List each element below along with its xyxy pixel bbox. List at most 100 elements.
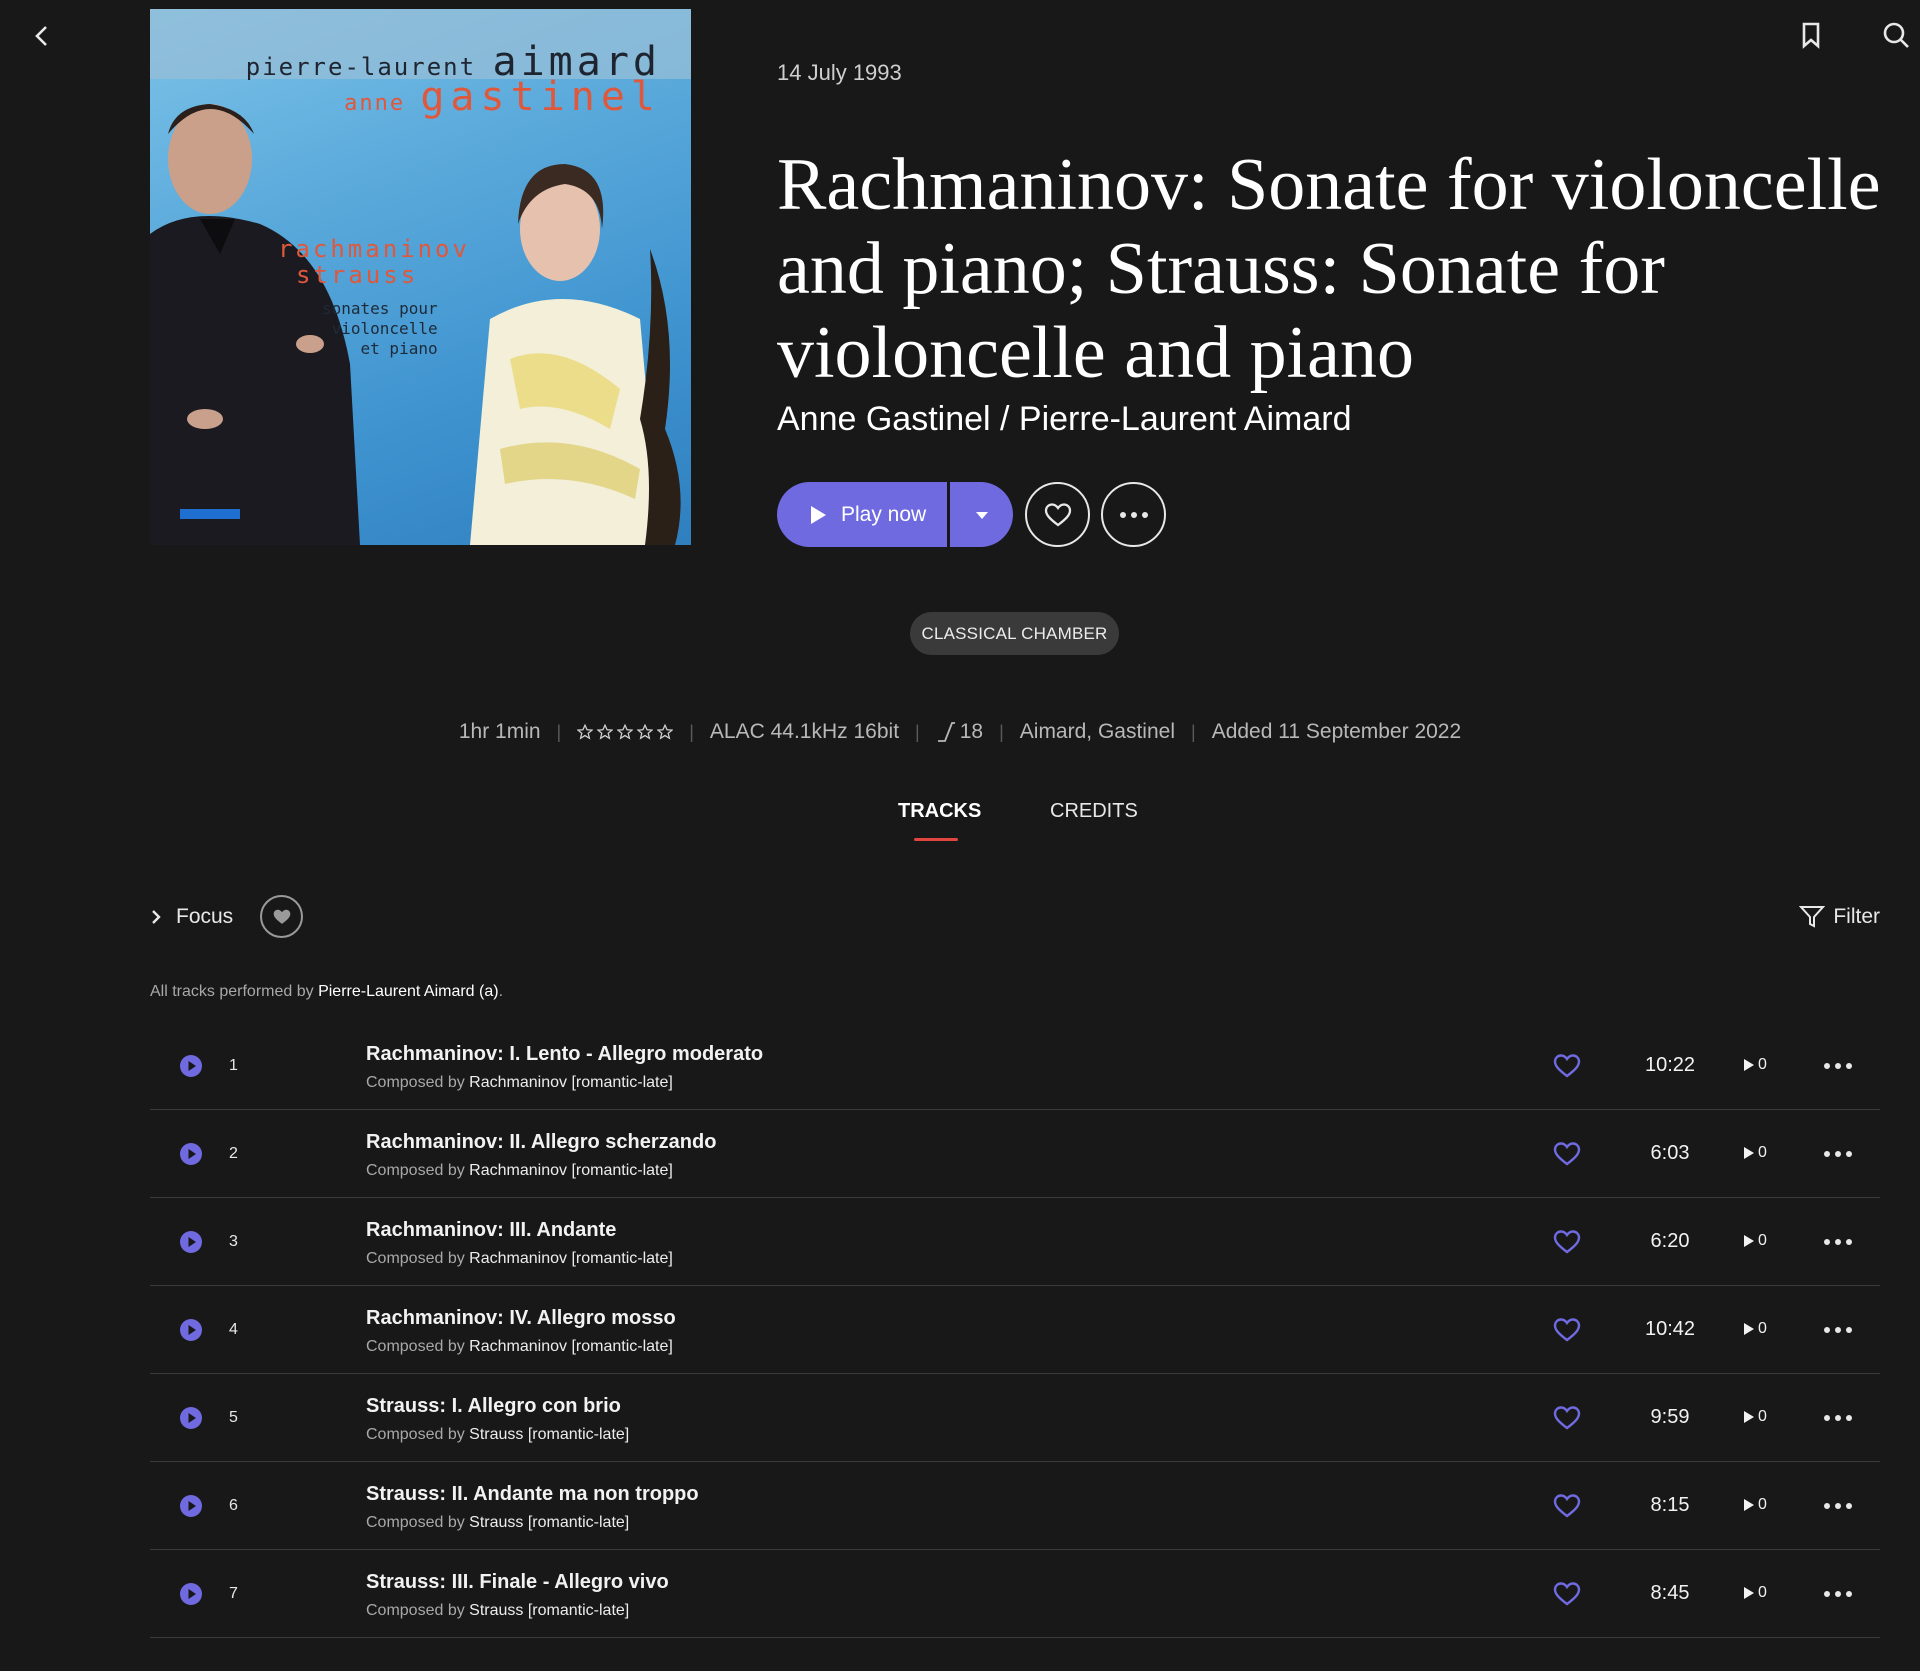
- play-count-value: 0: [1758, 1232, 1767, 1249]
- track-row[interactable]: 4 Rachmaninov: IV. Allegro mosso Compose…: [150, 1286, 1880, 1374]
- search-button[interactable]: [1876, 15, 1916, 55]
- album-more-button[interactable]: [1101, 482, 1166, 547]
- performer-link[interactable]: Pierre-Laurent Aimard (a): [318, 983, 499, 1000]
- track-row[interactable]: 3 Rachmaninov: III. Andante Composed by …: [150, 1198, 1880, 1286]
- track-title[interactable]: Strauss: III. Finale - Allegro vivo: [366, 1571, 669, 1594]
- track-play-icon[interactable]: [179, 1054, 203, 1078]
- meta-divider: |: [915, 721, 920, 742]
- composer-link[interactable]: Rachmaninov [romantic-late]: [469, 1074, 673, 1091]
- composer-link[interactable]: Rachmaninov [romantic-late]: [469, 1162, 673, 1179]
- track-heart-icon[interactable]: [1553, 1404, 1581, 1432]
- track-heart-icon[interactable]: [1553, 1492, 1581, 1520]
- bookmark-icon: [1802, 22, 1820, 49]
- play-count-value: 0: [1758, 1144, 1767, 1161]
- tab-tracks[interactable]: TRACKS: [898, 800, 981, 823]
- track-title[interactable]: Strauss: II. Andante ma non troppo: [366, 1483, 699, 1506]
- back-button[interactable]: [22, 16, 62, 56]
- filter-label: Filter: [1833, 905, 1880, 928]
- focus-toggle[interactable]: Focus: [150, 905, 233, 929]
- track-title[interactable]: Rachmaninov: IV. Allegro mosso: [366, 1307, 676, 1330]
- track-more-button[interactable]: [1818, 1140, 1858, 1168]
- play-now-button[interactable]: Play now: [777, 482, 947, 547]
- composer-link[interactable]: Strauss [romantic-late]: [469, 1602, 629, 1619]
- composer-link[interactable]: Strauss [romantic-late]: [469, 1514, 629, 1531]
- album-cover[interactable]: pierre-laurent aimard anne gastinel rach…: [150, 9, 691, 545]
- favorite-album-button[interactable]: [1025, 482, 1090, 547]
- play-options-dropdown[interactable]: [950, 482, 1013, 547]
- track-composer: Composed by Strauss [romantic-late]: [366, 1514, 629, 1532]
- track-number: 3: [229, 1233, 238, 1250]
- tab-credits[interactable]: CREDITS: [1050, 800, 1138, 823]
- star-icon[interactable]: [657, 724, 674, 740]
- cover-composer-2: strauss: [296, 261, 419, 289]
- track-heart-icon[interactable]: [1553, 1228, 1581, 1256]
- track-title[interactable]: Rachmaninov: II. Allegro scherzando: [366, 1131, 716, 1154]
- active-tab-indicator: [914, 838, 958, 841]
- filter-button[interactable]: Filter: [1799, 905, 1880, 929]
- track-heart-icon[interactable]: [1553, 1052, 1581, 1080]
- track-duration: 10:22: [1644, 1054, 1696, 1076]
- track-more-button[interactable]: [1818, 1228, 1858, 1256]
- track-play-icon[interactable]: [179, 1494, 203, 1518]
- favorites-filter-button[interactable]: [260, 895, 303, 938]
- chevron-left-icon: [35, 26, 47, 46]
- heart-filled-icon: [273, 909, 290, 924]
- genre-tag[interactable]: CLASSICAL CHAMBER: [910, 612, 1119, 655]
- track-heart-icon[interactable]: [1553, 1140, 1581, 1168]
- album-duration: 1hr 1min: [458, 720, 541, 743]
- star-icon[interactable]: [577, 724, 594, 740]
- meta-divider: |: [689, 721, 694, 742]
- more-dots-icon: [1824, 1239, 1852, 1245]
- track-more-button[interactable]: [1818, 1580, 1858, 1608]
- track-duration: 8:15: [1650, 1494, 1690, 1516]
- star-icon[interactable]: [637, 724, 654, 740]
- chevron-right-icon: [152, 910, 161, 924]
- track-play-icon[interactable]: [179, 1142, 203, 1166]
- performed-prefix: All tracks performed by: [150, 983, 314, 1000]
- cover-artist-2: anne gastinel: [344, 74, 661, 120]
- track-heart-icon[interactable]: [1553, 1580, 1581, 1608]
- composer-link[interactable]: Rachmaninov [romantic-late]: [469, 1338, 673, 1355]
- more-dots-icon: [1824, 1063, 1852, 1069]
- more-dots-icon: [1824, 1591, 1852, 1597]
- track-more-button[interactable]: [1818, 1316, 1858, 1344]
- cover-figure-cellist: [470, 164, 681, 545]
- track-row[interactable]: 6 Strauss: II. Andante ma non troppo Com…: [150, 1462, 1880, 1550]
- star-icon[interactable]: [617, 724, 634, 740]
- meta-divider: |: [999, 721, 1004, 742]
- track-play-icon[interactable]: [179, 1230, 203, 1254]
- track-title[interactable]: Strauss: I. Allegro con brio: [366, 1395, 621, 1418]
- bookmark-button[interactable]: [1791, 15, 1831, 55]
- track-play-icon[interactable]: [179, 1318, 203, 1342]
- track-number: 6: [229, 1497, 238, 1514]
- track-more-button[interactable]: [1818, 1492, 1858, 1520]
- focus-label: Focus: [176, 905, 234, 928]
- track-title[interactable]: Rachmaninov: III. Andante: [366, 1219, 616, 1242]
- composer-link[interactable]: Rachmaninov [romantic-late]: [469, 1250, 673, 1267]
- performers[interactable]: Aimard, Gastinel: [1020, 720, 1175, 744]
- rating-stars[interactable]: [577, 724, 674, 740]
- more-dots-icon: [1824, 1327, 1852, 1333]
- track-row[interactable]: 1 Rachmaninov: I. Lento - Allegro modera…: [150, 1022, 1880, 1110]
- track-row[interactable]: 2 Rachmaninov: II. Allegro scherzando Co…: [150, 1110, 1880, 1198]
- track-row[interactable]: 7 Strauss: III. Finale - Allegro vivo Co…: [150, 1550, 1880, 1638]
- star-icon[interactable]: [597, 724, 614, 740]
- track-play-icon[interactable]: [179, 1406, 203, 1430]
- track-heart-icon[interactable]: [1553, 1316, 1581, 1344]
- track-number: 1: [229, 1057, 238, 1074]
- dynamic-range-icon: [937, 722, 955, 742]
- release-date: 14 July 1993: [777, 60, 902, 85]
- album-artists[interactable]: Anne Gastinel / Pierre-Laurent Aimard: [777, 400, 1352, 439]
- track-more-button[interactable]: [1818, 1404, 1858, 1432]
- album-meta-row: 1hr 1min | | ALAC 44.1kHz 16bit | 18 | A…: [0, 720, 1920, 744]
- composer-link[interactable]: Strauss [romantic-late]: [469, 1426, 629, 1443]
- track-title[interactable]: Rachmaninov: I. Lento - Allegro moderato: [366, 1043, 763, 1066]
- track-more-button[interactable]: [1818, 1052, 1858, 1080]
- composed-by-prefix: Composed by: [366, 1602, 465, 1619]
- composed-by-prefix: Composed by: [366, 1514, 465, 1531]
- cover-subtitle: sonates pour violoncelle et piano: [322, 299, 438, 358]
- track-play-count: 0: [1743, 1232, 1767, 1250]
- dynamic-range-value: 18: [959, 720, 984, 743]
- track-row[interactable]: 5 Strauss: I. Allegro con brio Composed …: [150, 1374, 1880, 1462]
- track-play-icon[interactable]: [179, 1582, 203, 1606]
